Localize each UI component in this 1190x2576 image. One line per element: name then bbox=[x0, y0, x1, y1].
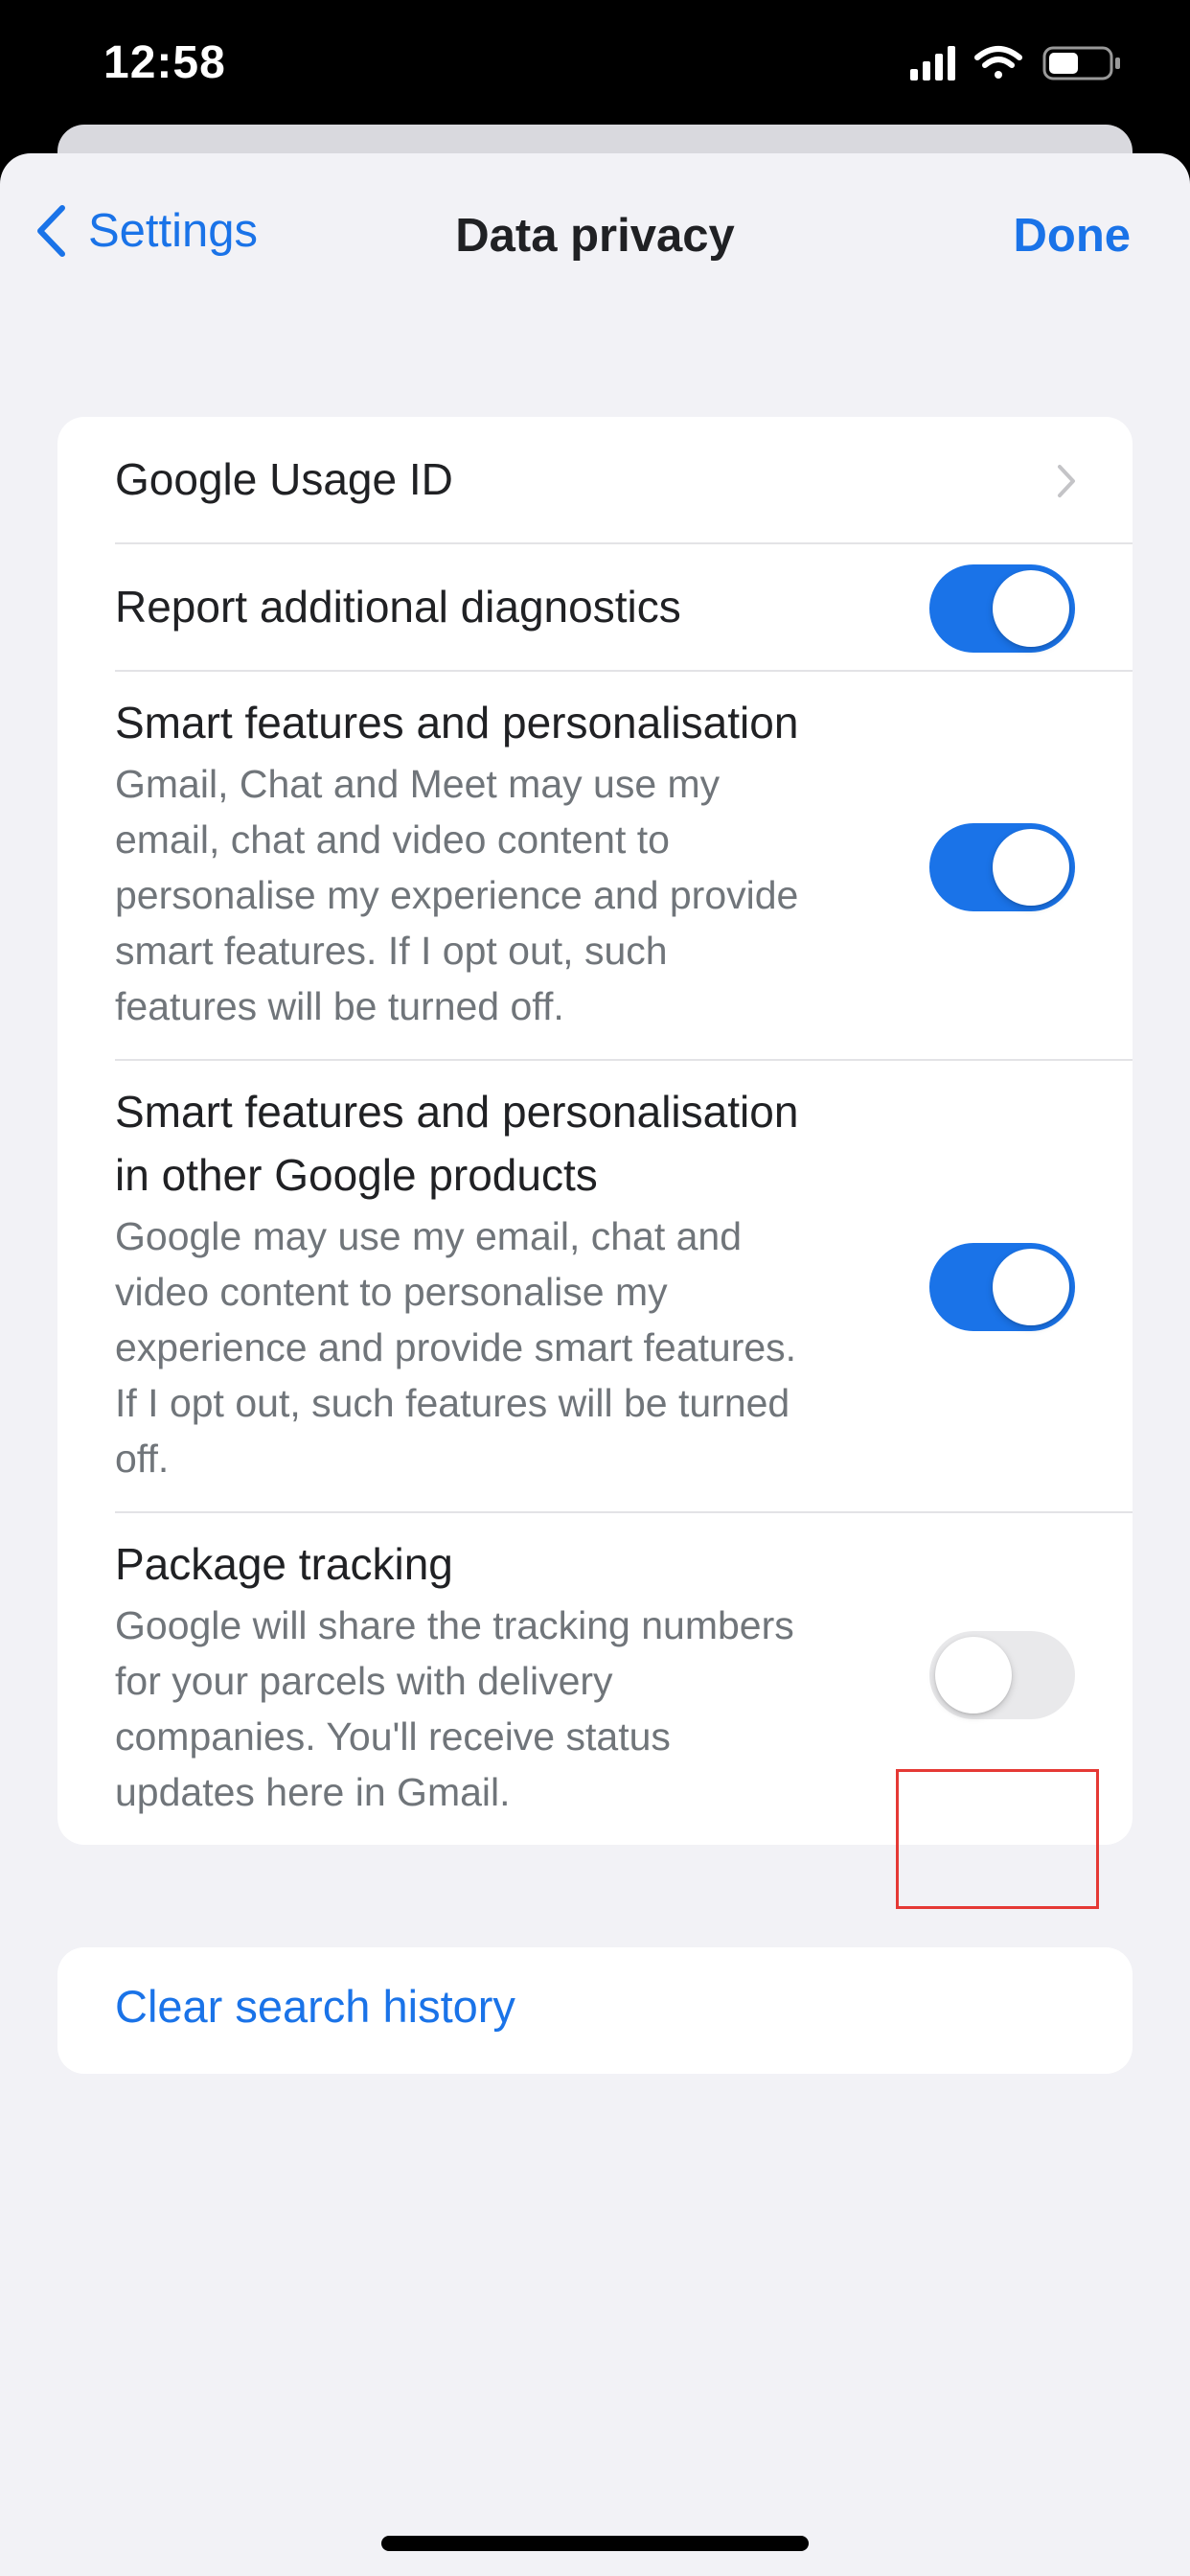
smart-features-other-products-toggle[interactable] bbox=[929, 1243, 1075, 1331]
description-line: Gmail, Chat and Meet may use my bbox=[115, 762, 721, 806]
clear-search-group: Clear search history bbox=[57, 1947, 1133, 2074]
home-indicator bbox=[381, 2536, 809, 2551]
smart-features-description: Gmail, Chat and Meet may use my email, c… bbox=[115, 756, 949, 1034]
smart-features-other-products-description: Google may use my email, chat and video … bbox=[115, 1208, 949, 1486]
description-line: features will be turned off. bbox=[115, 984, 564, 1028]
smart-features-other-products-title: Smart features and personalisation in ot… bbox=[115, 1080, 949, 1207]
battery-icon bbox=[1042, 46, 1120, 80]
smart-features-row: Smart features and personalisation Gmail… bbox=[115, 672, 1133, 1061]
description-line: video content to personalise my bbox=[115, 1270, 668, 1314]
toggle-knob bbox=[993, 1249, 1069, 1325]
chevron-right-icon bbox=[1058, 465, 1075, 497]
description-line: experience and provide smart features. bbox=[115, 1325, 797, 1369]
description-line: If I opt out, such features will be turn… bbox=[115, 1381, 790, 1425]
report-diagnostics-row: Report additional diagnostics bbox=[115, 544, 1133, 672]
description-line: for your parcels with delivery bbox=[115, 1659, 613, 1703]
done-button[interactable]: Done bbox=[1014, 209, 1132, 263]
clear-search-history-button[interactable]: Clear search history bbox=[115, 1980, 515, 2033]
package-tracking-text: Package tracking Google will share the t… bbox=[115, 1532, 949, 1820]
wifi-icon bbox=[974, 46, 1022, 79]
toggle-knob bbox=[993, 570, 1069, 647]
smart-features-toggle[interactable] bbox=[929, 823, 1075, 911]
description-line: email, chat and video content to bbox=[115, 817, 670, 862]
package-tracking-row: Package tracking Google will share the t… bbox=[115, 1513, 1133, 1845]
smart-features-text: Smart features and personalisation Gmail… bbox=[115, 691, 949, 1034]
description-line: off. bbox=[115, 1437, 170, 1481]
package-tracking-title: Package tracking bbox=[115, 1539, 453, 1589]
smart-features-other-products-text: Smart features and personalisation in ot… bbox=[115, 1080, 949, 1486]
description-line: updates here in Gmail. bbox=[115, 1770, 511, 1814]
privacy-settings-group: Google Usage ID Report additional diagno… bbox=[57, 417, 1133, 1845]
description-line: Google will share the tracking numbers bbox=[115, 1603, 794, 1647]
status-icons bbox=[910, 42, 1131, 84]
google-usage-id-label: Google Usage ID bbox=[115, 454, 453, 504]
description-line: smart features. If I opt out, such bbox=[115, 929, 668, 973]
description-line: Google may use my email, chat and bbox=[115, 1214, 743, 1258]
navigation-bar: Settings Data privacy Done bbox=[0, 153, 1190, 316]
google-usage-id-row[interactable]: Google Usage ID bbox=[115, 417, 1133, 544]
description-line: personalise my experience and provide bbox=[115, 873, 799, 917]
description-line: companies. You'll receive status bbox=[115, 1714, 671, 1759]
smart-features-other-products-row: Smart features and personalisation in ot… bbox=[115, 1061, 1133, 1513]
title-line: in other Google products bbox=[115, 1150, 598, 1200]
package-tracking-toggle[interactable] bbox=[929, 1631, 1075, 1719]
status-bar: 12:58 bbox=[0, 0, 1190, 134]
page-title: Data privacy bbox=[455, 210, 735, 262]
report-diagnostics-label: Report additional diagnostics bbox=[115, 582, 681, 632]
report-diagnostics-toggle[interactable] bbox=[929, 564, 1075, 653]
package-tracking-description: Google will share the tracking numbers f… bbox=[115, 1598, 949, 1820]
toggle-knob bbox=[935, 1637, 1012, 1714]
toggle-knob bbox=[993, 829, 1069, 906]
settings-sheet: Settings Data privacy Done Google Usage … bbox=[0, 153, 1190, 2576]
title-line: Smart features and personalisation bbox=[115, 1087, 799, 1137]
smart-features-title: Smart features and personalisation bbox=[115, 698, 799, 748]
status-time: 12:58 bbox=[103, 37, 226, 88]
cellular-signal-icon bbox=[910, 46, 955, 80]
